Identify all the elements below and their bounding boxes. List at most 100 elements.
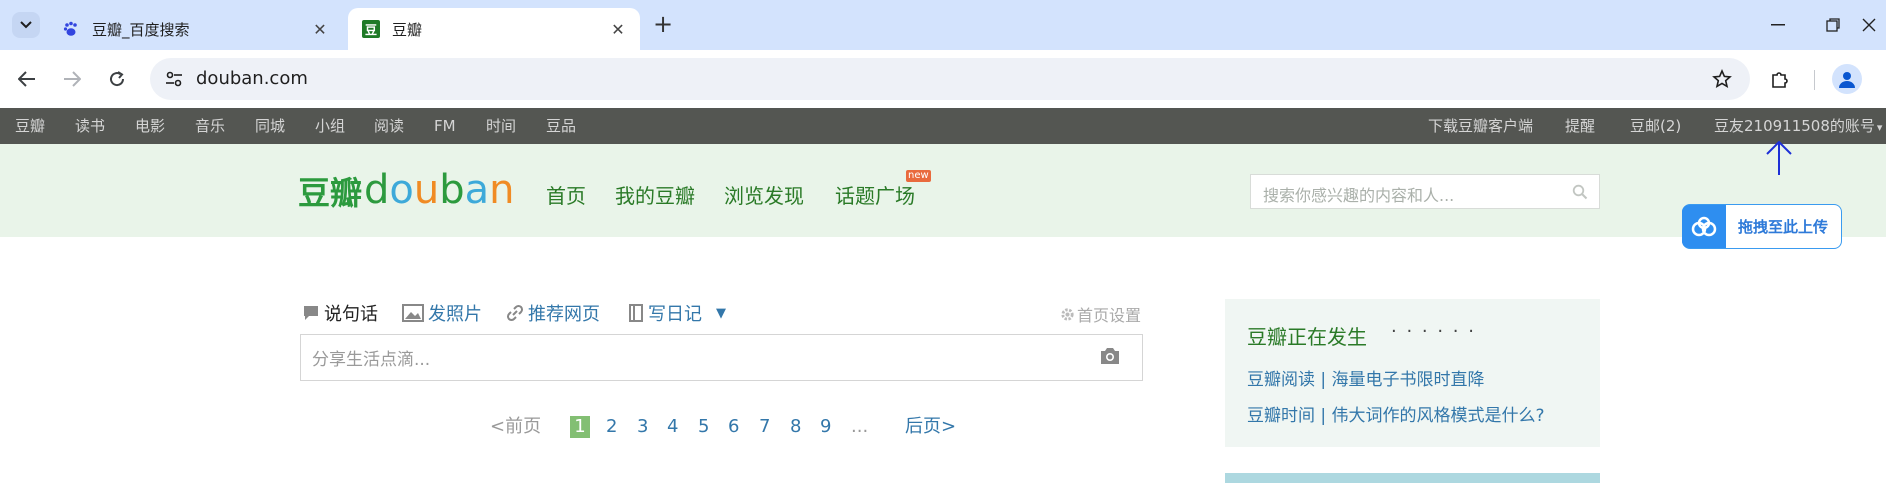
status-input[interactable]: 分享生活点滴... [300,334,1143,381]
nav-home[interactable]: 首页 [546,180,586,209]
photo-icon [402,304,424,322]
page-7[interactable]: 7 [759,414,770,440]
extensions-button[interactable] [1765,64,1795,94]
back-button[interactable] [12,64,42,94]
account-label: 豆友210911508的账号 [1714,117,1875,135]
logo-letter: n [489,167,515,213]
global-nav-market[interactable]: 豆品 [546,108,576,144]
search-input[interactable]: 搜索你感兴趣的内容和人... [1250,174,1600,209]
page-8[interactable]: 8 [790,414,801,440]
page-2[interactable]: 2 [606,414,617,440]
action-diary[interactable]: 写日记 ▼ [628,300,726,326]
person-icon [1839,72,1855,88]
profile-avatar[interactable] [1832,64,1862,94]
tab-baidu-search[interactable]: 豆瓣_百度搜索 ✕ [48,8,342,50]
restore-button[interactable] [1813,10,1853,40]
close-tab-icon[interactable]: ✕ [308,17,332,41]
global-nav-read[interactable]: 阅读 [374,108,404,144]
tab-douban[interactable]: 豆 豆瓣 ✕ [348,8,640,50]
logo-cn: 豆瓣 [298,174,363,212]
nav-topics[interactable]: 话题广场 [835,180,915,209]
reload-button[interactable] [102,64,132,94]
pager-ellipsis: ... [851,416,869,437]
global-nav-group[interactable]: 小组 [315,108,345,144]
global-nav-music[interactable]: 音乐 [195,108,225,144]
settings-label: 首页设置 [1077,306,1142,325]
action-link-label: 推荐网页 [528,304,600,325]
site-info-icon[interactable] [160,65,188,93]
download-app-link[interactable]: 下载豆瓣客户端 [1428,108,1533,144]
chevron-down-icon [20,21,32,29]
caret-down-icon: ▾ [1876,121,1883,134]
panel-dots: · · · · · · [1391,321,1476,342]
page-5[interactable]: 5 [698,414,709,440]
global-nav-book[interactable]: 读书 [75,108,105,144]
new-badge: new [906,170,931,182]
global-nav-location[interactable]: 同城 [255,108,285,144]
notebook-icon [628,304,644,322]
logo-letter: o [389,167,414,213]
bookmark-star-icon[interactable] [1710,67,1734,91]
page-9[interactable]: 9 [820,414,831,440]
logo-letter: a [464,167,490,213]
douban-logo[interactable]: 豆瓣 douban [298,166,515,210]
action-photo-label: 发照片 [428,304,482,325]
page-6[interactable]: 6 [728,414,739,440]
mail-link[interactable]: 豆邮(2) [1630,108,1681,144]
logo-letter: u [413,167,440,213]
global-nav-movie[interactable]: 电影 [135,108,165,144]
action-say[interactable]: 说句话 [302,300,378,326]
global-nav-douban[interactable]: 豆瓣 [15,108,45,144]
cloud-icon [1682,205,1726,248]
toolbar-divider [1814,70,1815,90]
close-window-button[interactable] [1852,10,1886,40]
happening-panel: 豆瓣正在发生 · · · · · · 豆瓣阅读 | 海量电子书限时直降 豆瓣时间… [1225,299,1600,447]
restore-icon [1826,18,1840,32]
douban-icon: 豆 [362,20,380,38]
nav-my-douban[interactable]: 我的豆瓣 [615,180,695,209]
action-say-label: 说句话 [324,304,378,325]
close-tab-icon[interactable]: ✕ [606,17,630,41]
logo-letter: d [364,167,390,213]
tab-title: 豆瓣_百度搜索 [92,20,190,39]
drag-upload-widget[interactable]: 拖拽至此上传 [1682,204,1842,249]
hot-link-read[interactable]: 豆瓣阅读 | 海量电子书限时直降 [1247,365,1485,390]
minimize-icon [1771,24,1785,26]
action-photo[interactable]: 发照片 [402,300,482,326]
global-nav: 豆瓣 读书 电影 音乐 同城 小组 阅读 FM 时间 豆品 下载豆瓣客户端 提醒… [0,108,1886,144]
caret-down-icon[interactable]: ▼ [716,306,726,321]
remind-link[interactable]: 提醒 [1565,108,1595,144]
pagination: <前页 1 2 3 4 5 6 7 8 9 ... 后页> [490,414,960,440]
annotation-arrow [1766,140,1792,175]
address-bar[interactable]: douban.com [150,58,1750,100]
link-icon [506,304,524,322]
upload-label: 拖拽至此上传 [1738,218,1829,236]
global-nav-fm[interactable]: FM [434,108,456,144]
homepage-settings[interactable]: 首页设置 [1060,302,1141,326]
url-text[interactable]: douban.com [196,68,308,89]
panel-title: 豆瓣正在发生 [1247,325,1367,349]
page-3[interactable]: 3 [637,414,648,440]
minimize-button[interactable] [1758,10,1798,40]
forward-button[interactable] [57,64,87,94]
search-icon[interactable] [1571,183,1589,201]
account-menu[interactable]: 豆友210911508的账号 ▾ [1714,108,1882,144]
camera-icon[interactable] [1098,345,1122,367]
prev-page[interactable]: <前页 [490,414,541,440]
puzzle-icon [1772,72,1788,88]
status-placeholder: 分享生活点滴... [312,350,431,370]
reload-icon [110,71,125,87]
arrow-left-icon [18,71,35,87]
global-nav-time[interactable]: 时间 [486,108,516,144]
next-panel-edge [1225,473,1600,483]
tab-strip: 豆瓣_百度搜索 ✕ 豆 豆瓣 ✕ + [0,0,1886,50]
action-link[interactable]: 推荐网页 [506,300,600,326]
next-page[interactable]: 后页> [905,414,956,440]
hot-link-time[interactable]: 豆瓣时间 | 伟大词作的风格模式是什么? [1247,401,1545,426]
tab-search-button[interactable] [12,12,40,38]
action-diary-label: 写日记 [648,304,702,325]
logo-letter: b [439,167,465,213]
nav-explore[interactable]: 浏览发现 [724,180,804,209]
new-tab-button[interactable]: + [650,12,676,38]
page-4[interactable]: 4 [667,414,678,440]
